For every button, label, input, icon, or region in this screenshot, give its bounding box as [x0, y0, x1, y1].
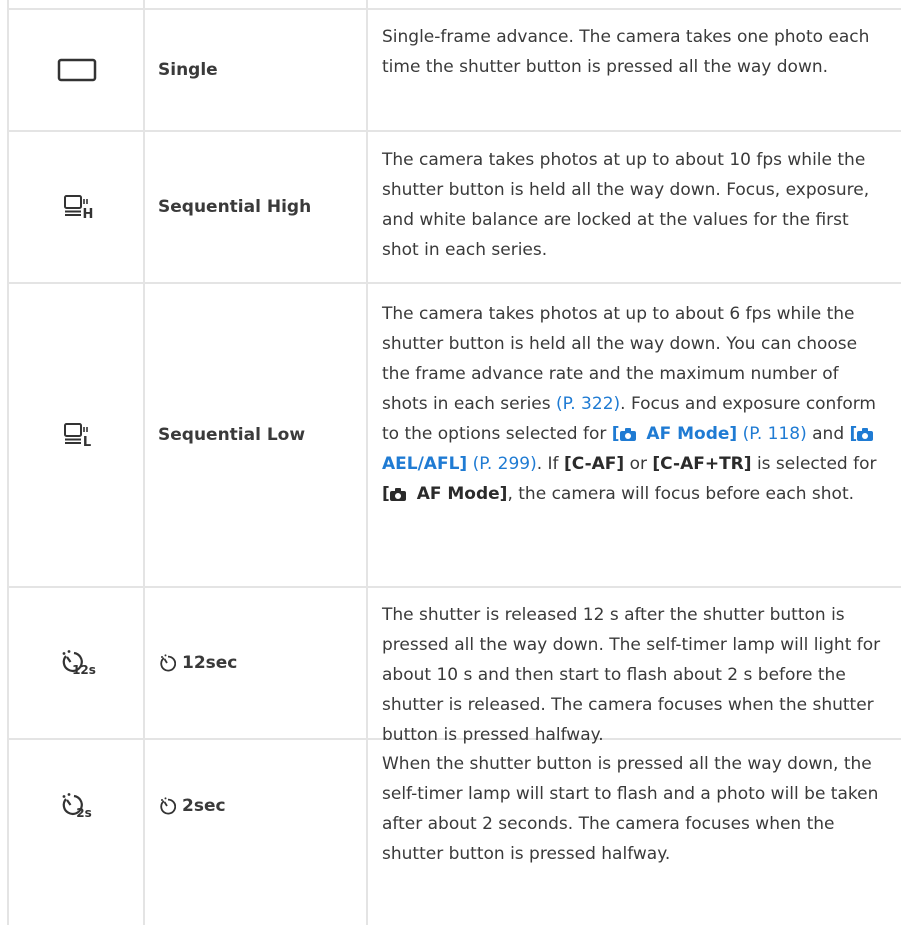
- mode-name: Single: [158, 60, 218, 80]
- table-row: 12s 12sec The shutter is released 12 s a…: [0, 588, 901, 745]
- c-af-tr-option: [C-AF+TR]: [652, 454, 752, 474]
- camera-icon: [857, 428, 874, 441]
- c-af-option: [C-AF]: [563, 454, 625, 474]
- svg-text:2s: 2s: [76, 806, 92, 820]
- table-row: Single Single-frame advance. The camera …: [0, 10, 901, 130]
- af-mode-option: [ AF Mode]: [382, 484, 508, 504]
- mode-description: Single-frame advance. The camera takes o…: [382, 27, 870, 77]
- svg-text:H: H: [82, 207, 93, 221]
- table-row: 2s 2sec When the shutter button is press…: [0, 740, 901, 925]
- page-reference-link[interactable]: (P. 322): [556, 394, 620, 414]
- self-timer-icon: [160, 654, 176, 672]
- mode-description: The shutter is released 12 s after the s…: [382, 605, 881, 745]
- sequential-high-icon: H: [9, 132, 144, 282]
- mode-name: Sequential High: [158, 197, 312, 217]
- camera-icon: [619, 428, 636, 441]
- table-row: L Sequential Low The camera takes photos…: [0, 284, 901, 586]
- camera-icon: [389, 488, 406, 501]
- self-timer-icon: [160, 797, 176, 815]
- mode-description: The camera takes photos at up to about 1…: [382, 150, 870, 260]
- mode-name: 2sec: [158, 740, 363, 872]
- svg-text:12s: 12s: [72, 663, 96, 677]
- page-reference-link[interactable]: (P. 299): [473, 454, 537, 474]
- single-frame-icon: [9, 10, 144, 130]
- sequential-low-icon: L: [9, 284, 144, 586]
- mode-name: Sequential Low: [158, 425, 306, 445]
- svg-text:L: L: [82, 435, 90, 449]
- af-mode-link[interactable]: [ AF Mode]: [612, 424, 737, 444]
- table-row: H Sequential High The camera takes photo…: [0, 132, 901, 282]
- self-timer-2s-icon: 2s: [9, 740, 144, 872]
- page-reference-link[interactable]: (P. 118): [743, 424, 807, 444]
- self-timer-12s-icon: 12s: [9, 588, 144, 738]
- mode-description: The camera takes photos at up to about 6…: [382, 304, 877, 504]
- mode-description: When the shutter button is pressed all t…: [382, 754, 879, 864]
- drive-mode-table: Single Single-frame advance. The camera …: [0, 0, 901, 925]
- mode-name: 12sec: [158, 588, 363, 738]
